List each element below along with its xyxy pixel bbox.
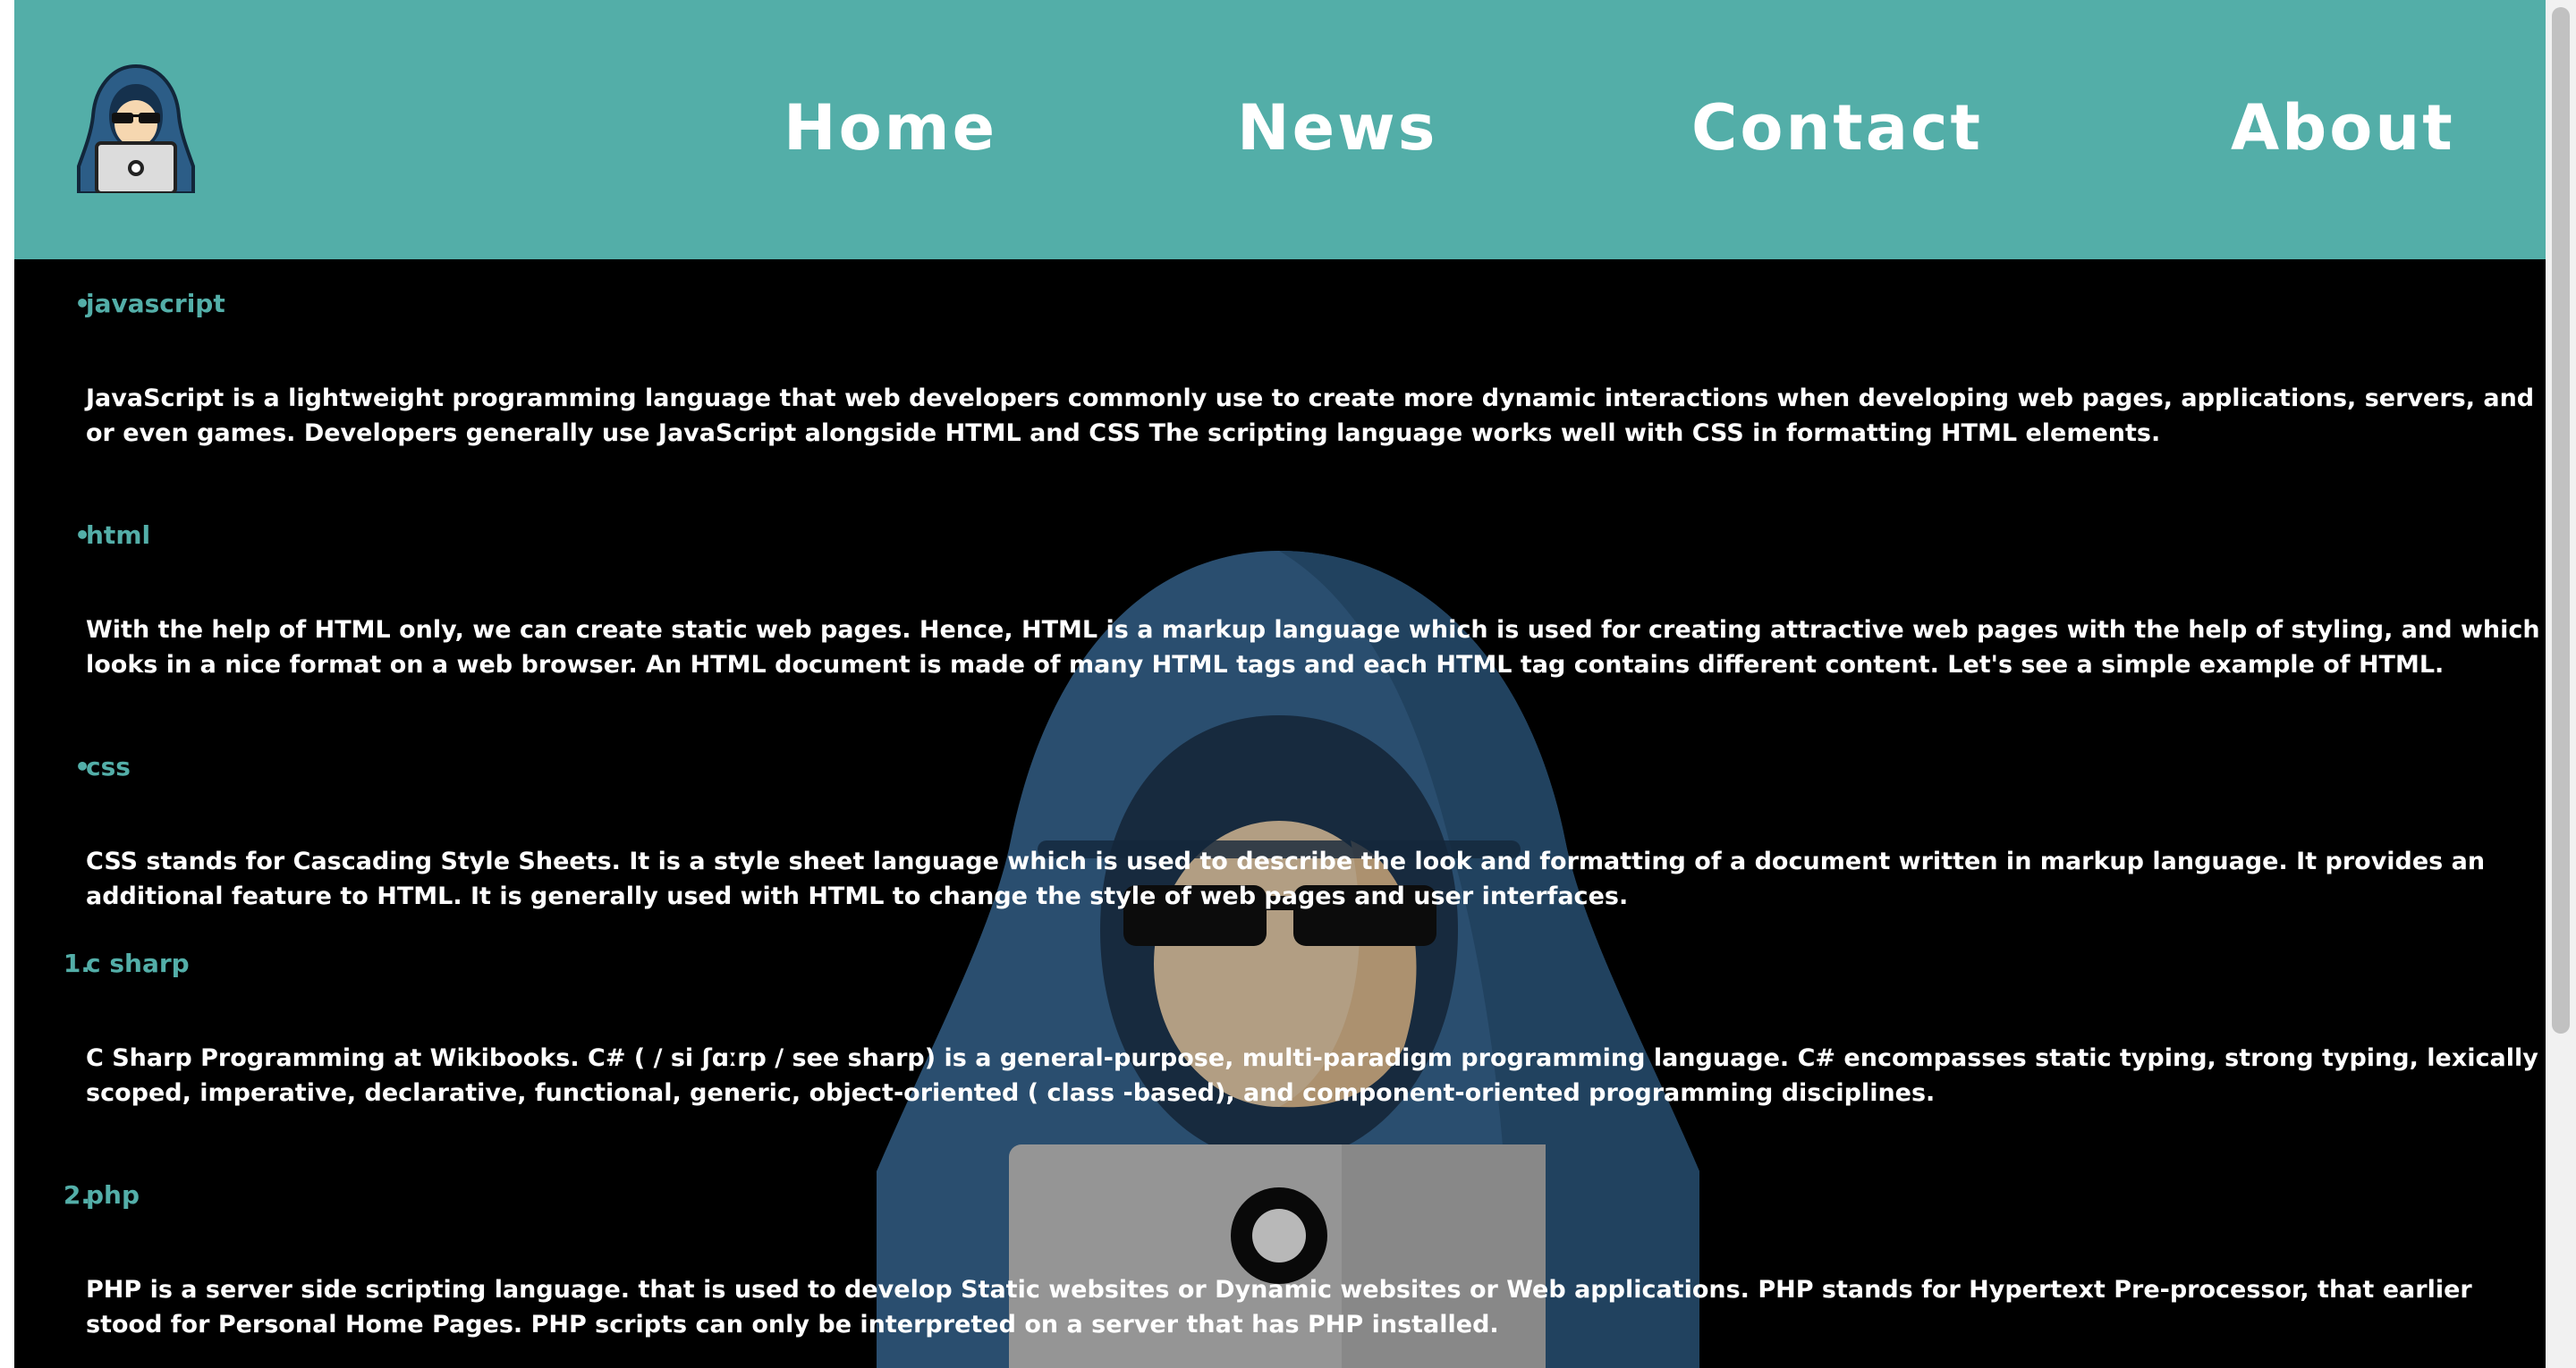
list-item-description: PHP is a server side scripting language.… bbox=[86, 1276, 2472, 1338]
list-item-description: C Sharp Programming at Wikibooks. C# ( /… bbox=[86, 1044, 2538, 1107]
list-item-title: javascript bbox=[86, 289, 225, 318]
nav-home-link[interactable]: Home bbox=[784, 88, 997, 168]
list-item-title: c sharp bbox=[86, 949, 190, 978]
list-item-title: php bbox=[86, 1180, 140, 1210]
nav-contact-link[interactable]: Contact bbox=[1691, 88, 1983, 168]
list-item-title: css bbox=[86, 752, 131, 781]
hacker-logo-icon[interactable] bbox=[73, 61, 199, 193]
list-item-description: JavaScript is a lightweight programming … bbox=[86, 384, 2535, 447]
scrollbar-thumb[interactable] bbox=[2552, 7, 2570, 1034]
top-navigation-bar: Home News Contact About bbox=[14, 0, 2546, 259]
vertical-scrollbar[interactable] bbox=[2546, 0, 2576, 1368]
nav-about-link[interactable]: About bbox=[2231, 88, 2455, 168]
list-item-description: With the help of HTML only, we can creat… bbox=[86, 616, 2540, 679]
page: Home News Contact About • javascript Jav… bbox=[14, 0, 2546, 1368]
list-item-description: CSS stands for Cascading Style Sheets. I… bbox=[86, 848, 2486, 910]
list-item-title: html bbox=[86, 520, 151, 550]
nav-news-link[interactable]: News bbox=[1237, 88, 1437, 168]
